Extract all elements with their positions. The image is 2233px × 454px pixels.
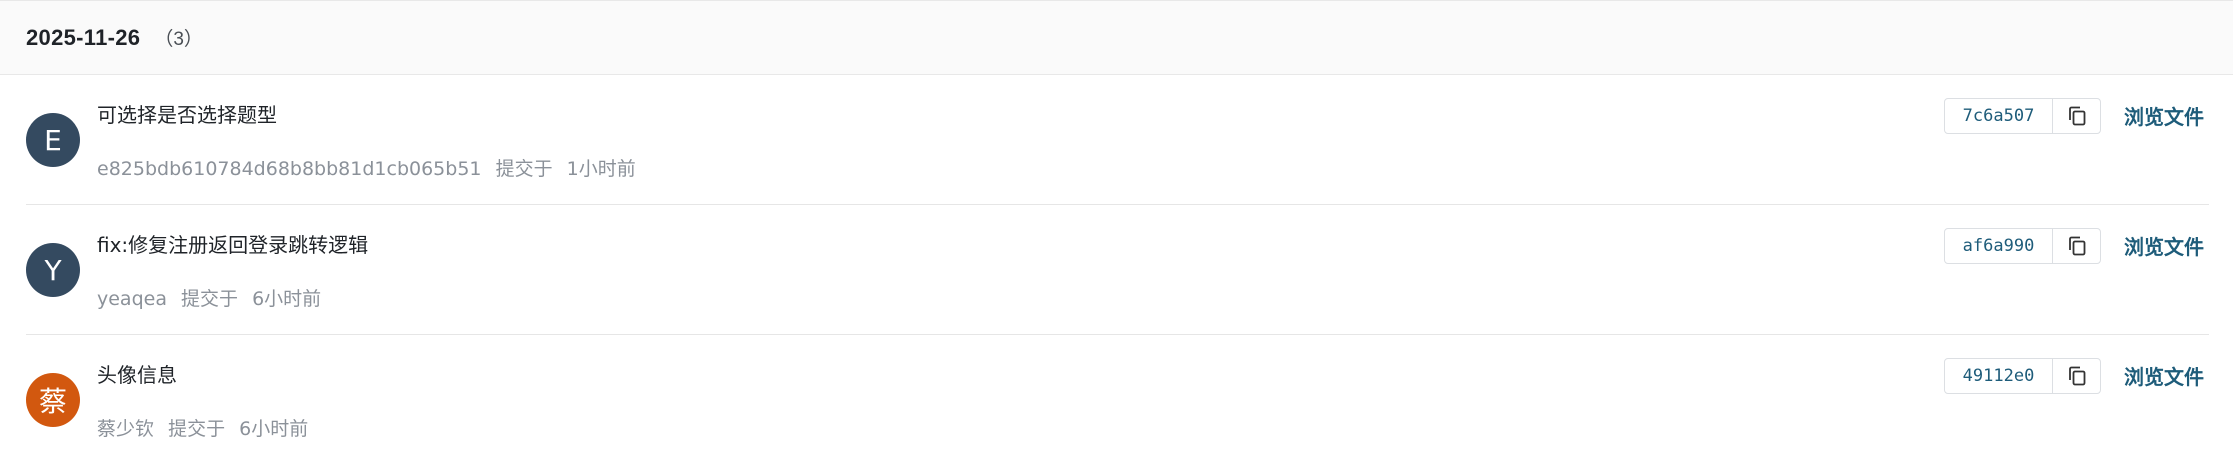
- commit-message[interactable]: fix:修复注册返回登录跳转逻辑: [97, 229, 368, 258]
- author-avatar[interactable]: Y: [26, 243, 80, 297]
- commit-sha-box: 7c6a507: [1944, 98, 2101, 134]
- commit-author[interactable]: e825bdb610784d68b8bb81d1cb065b51: [97, 158, 482, 180]
- commit-sha-box: af6a990: [1944, 228, 2101, 264]
- commit-author[interactable]: 蔡少钦: [97, 418, 154, 440]
- commit-time: 6小时前: [239, 418, 309, 440]
- commit-sha[interactable]: af6a990: [1945, 229, 2053, 263]
- commit-meta: e825bdb610784d68b8bb81d1cb065b51 提交于 1小时…: [97, 154, 636, 181]
- commit-row: 蔡 头像信息 蔡少钦 提交于 6小时前 49112e0 浏览文件: [0, 335, 2233, 454]
- copy-icon: [2068, 236, 2085, 256]
- copy-sha-button[interactable]: [2053, 99, 2100, 133]
- copy-icon: [2068, 366, 2085, 386]
- commit-sha[interactable]: 7c6a507: [1945, 99, 2053, 133]
- date-group-title: 2025-11-26: [26, 24, 141, 50]
- avatar-letter: E: [44, 123, 62, 157]
- commit-action: 提交于: [168, 418, 226, 440]
- browse-files-link[interactable]: 浏览文件: [2124, 101, 2204, 130]
- avatar-letter: Y: [44, 253, 62, 287]
- commit-row: Y fix:修复注册返回登录跳转逻辑 yeaqea 提交于 6小时前 af6a9…: [0, 205, 2233, 335]
- commit-time: 6小时前: [252, 288, 322, 310]
- commit-action: 提交于: [495, 158, 553, 180]
- avatar-letter: 蔡: [38, 385, 67, 418]
- copy-sha-button[interactable]: [2053, 359, 2100, 393]
- commit-action: 提交于: [181, 288, 239, 310]
- author-avatar[interactable]: 蔡: [26, 373, 80, 427]
- copy-icon: [2068, 106, 2085, 126]
- commit-message[interactable]: 头像信息: [97, 359, 177, 388]
- browse-files-link[interactable]: 浏览文件: [2124, 231, 2204, 260]
- commit-time: 1小时前: [566, 158, 636, 180]
- commit-row: E 可选择是否选择题型 e825bdb610784d68b8bb81d1cb06…: [0, 75, 2233, 205]
- commit-meta: yeaqea 提交于 6小时前: [97, 284, 321, 311]
- commit-sha[interactable]: 49112e0: [1945, 359, 2053, 393]
- commit-list: 2025-11-26 （3） E 可选择是否选择题型 e825bdb610784…: [0, 0, 2233, 454]
- author-avatar[interactable]: E: [26, 113, 80, 167]
- commit-sha-box: 49112e0: [1944, 358, 2101, 394]
- date-group-count: （3）: [154, 29, 203, 50]
- commit-message[interactable]: 可选择是否选择题型: [97, 99, 277, 128]
- commit-meta: 蔡少钦 提交于 6小时前: [97, 414, 308, 441]
- copy-sha-button[interactable]: [2053, 229, 2100, 263]
- browse-files-link[interactable]: 浏览文件: [2124, 361, 2204, 390]
- commit-author[interactable]: yeaqea: [97, 288, 167, 310]
- date-group-header: 2025-11-26 （3）: [0, 0, 2233, 75]
